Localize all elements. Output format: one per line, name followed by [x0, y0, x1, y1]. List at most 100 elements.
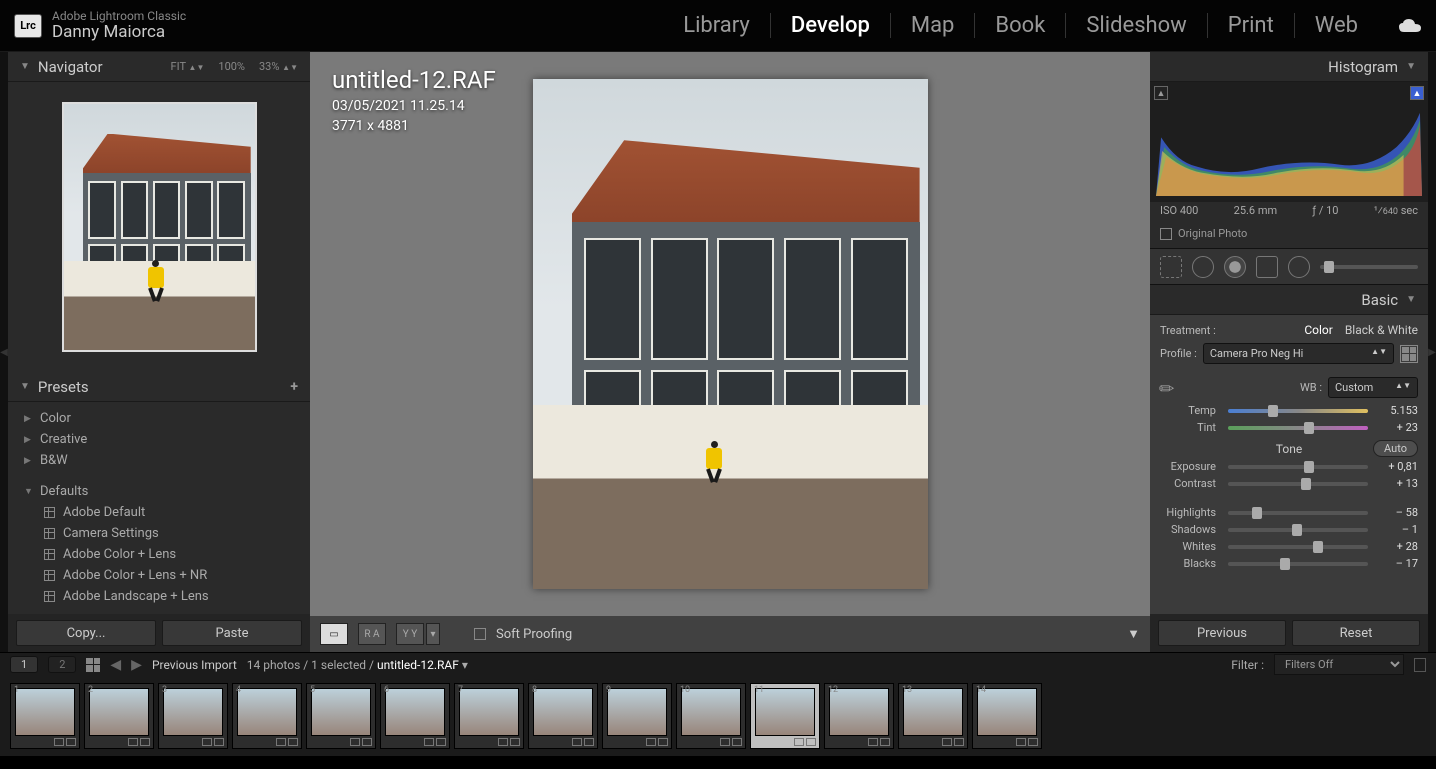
shadow-clipping-icon[interactable]: ▲: [1154, 86, 1168, 100]
original-photo-row[interactable]: Original Photo: [1150, 223, 1428, 249]
module-print[interactable]: Print: [1208, 13, 1295, 38]
mask-tool-icon[interactable]: [1256, 256, 1278, 278]
navigator-header[interactable]: ▼ Navigator FIT ▲▼ 100% 33% ▲▼: [8, 52, 310, 82]
cloud-sync-icon[interactable]: [1398, 18, 1422, 34]
filmstrip-thumb[interactable]: 10: [676, 683, 746, 749]
exposure-value[interactable]: + 0,81: [1374, 460, 1418, 473]
filmstrip[interactable]: 1234567891011121314: [0, 676, 1436, 756]
spot-removal-icon[interactable]: [1192, 256, 1214, 278]
filter-select[interactable]: Filters Off: [1274, 654, 1404, 675]
filmstrip-thumb[interactable]: 8: [528, 683, 598, 749]
preset-item[interactable]: Camera Settings: [8, 523, 310, 544]
tint-slider[interactable]: [1228, 426, 1368, 430]
paste-button[interactable]: Paste: [162, 620, 302, 646]
eyedropper-icon[interactable]: ✎: [1155, 369, 1192, 406]
right-panel-toggle[interactable]: ▶: [1428, 52, 1436, 652]
wb-select[interactable]: Custom ▲▼: [1328, 377, 1418, 398]
filmstrip-thumb[interactable]: 6: [380, 683, 450, 749]
preset-item[interactable]: Adobe Default: [8, 502, 310, 523]
tint-value[interactable]: + 23: [1374, 421, 1418, 434]
filmstrip-thumb[interactable]: 13: [898, 683, 968, 749]
contrast-slider[interactable]: [1228, 482, 1368, 486]
redeye-tool-icon[interactable]: [1224, 256, 1246, 278]
treatment-color[interactable]: Color: [1304, 323, 1332, 337]
current-file[interactable]: untitled-12.RAF: [377, 658, 459, 672]
preset-item[interactable]: Adobe Landscape + Lens: [8, 586, 310, 607]
preset-item[interactable]: Adobe Color + Lens + NR: [8, 565, 310, 586]
filmstrip-thumb[interactable]: 7: [454, 683, 524, 749]
whites-value[interactable]: + 28: [1374, 540, 1418, 553]
basic-header[interactable]: Basic ▼: [1150, 285, 1428, 315]
radial-tool-icon[interactable]: [1288, 256, 1310, 278]
local-tools-row: [1150, 249, 1428, 285]
previous-button[interactable]: Previous: [1158, 620, 1286, 646]
filmstrip-thumb[interactable]: 3: [158, 683, 228, 749]
module-library[interactable]: Library: [663, 13, 771, 38]
monitor-1-button[interactable]: 1: [10, 656, 38, 673]
module-slideshow[interactable]: Slideshow: [1066, 13, 1207, 38]
preset-group-creative[interactable]: ▶Creative: [8, 429, 310, 450]
loupe-view-button[interactable]: ▭: [320, 623, 348, 645]
temp-value[interactable]: 5.153: [1374, 404, 1418, 417]
filter-lock-icon[interactable]: [1414, 658, 1426, 672]
zoom-33[interactable]: 33% ▲▼: [259, 60, 298, 73]
module-web[interactable]: Web: [1295, 13, 1378, 38]
highlights-value[interactable]: – 58: [1374, 506, 1418, 519]
filmstrip-thumb[interactable]: 14: [972, 683, 1042, 749]
highlight-clipping-icon[interactable]: ▲: [1410, 86, 1424, 100]
soft-proof-label: Soft Proofing: [496, 627, 572, 642]
navigator-preview[interactable]: [8, 82, 310, 372]
filmstrip-thumb[interactable]: 1: [10, 683, 80, 749]
reset-button[interactable]: Reset: [1292, 620, 1420, 646]
original-photo-checkbox[interactable]: [1160, 228, 1172, 240]
highlights-slider[interactable]: [1228, 511, 1368, 515]
filmstrip-thumb[interactable]: 11: [750, 683, 820, 749]
blacks-slider[interactable]: [1228, 562, 1368, 566]
copy-button[interactable]: Copy...: [16, 620, 156, 646]
zoom-fit[interactable]: FIT ▲▼: [171, 60, 205, 73]
filmstrip-thumb[interactable]: 9: [602, 683, 672, 749]
preset-group-bw[interactable]: ▶B&W: [8, 450, 310, 471]
before-after-tb-button[interactable]: Y Y: [396, 623, 424, 645]
histogram-box[interactable]: ▲ ▲: [1150, 82, 1428, 202]
blacks-value[interactable]: – 17: [1374, 557, 1418, 570]
before-after-lr-button[interactable]: R A: [358, 623, 386, 645]
whites-slider[interactable]: [1228, 545, 1368, 549]
preset-group-color[interactable]: ▶Color: [8, 408, 310, 429]
original-photo-label: Original Photo: [1178, 227, 1247, 240]
filmstrip-thumb[interactable]: 2: [84, 683, 154, 749]
presets-header[interactable]: ▼ Presets +: [8, 372, 310, 402]
source-label[interactable]: Previous Import: [152, 658, 237, 672]
filmstrip-thumb[interactable]: 4: [232, 683, 302, 749]
image-canvas[interactable]: untitled-12.RAF 03/05/2021 11.25.14 3771…: [310, 52, 1150, 616]
left-panel-toggle[interactable]: ◀: [0, 52, 8, 652]
user-name: Danny Maiorca: [52, 23, 186, 42]
grid-view-icon[interactable]: [86, 658, 100, 672]
shadows-value[interactable]: – 1: [1374, 523, 1418, 536]
zoom-100[interactable]: 100%: [218, 60, 245, 73]
treatment-bw[interactable]: Black & White: [1345, 323, 1418, 337]
module-develop[interactable]: Develop: [771, 13, 891, 38]
add-preset-button[interactable]: +: [290, 379, 298, 395]
histogram-header[interactable]: Histogram ▼: [1150, 52, 1428, 82]
profile-browser-icon[interactable]: [1400, 345, 1418, 363]
auto-tone-button[interactable]: Auto: [1373, 440, 1418, 457]
toolbar-options-dropdown[interactable]: ▼: [1127, 626, 1140, 642]
nav-forward-icon[interactable]: ▶: [131, 657, 142, 673]
exposure-slider[interactable]: [1228, 465, 1368, 469]
crop-tool-icon[interactable]: [1160, 256, 1182, 278]
module-book[interactable]: Book: [975, 13, 1066, 38]
nav-back-icon[interactable]: ◀: [110, 657, 121, 673]
profile-select[interactable]: Camera Pro Neg Hi ▲▼: [1203, 343, 1394, 364]
monitor-2-button[interactable]: 2: [48, 656, 76, 673]
preset-group-defaults[interactable]: ▼Defaults: [8, 481, 310, 502]
soft-proof-checkbox[interactable]: [474, 628, 486, 640]
shadows-slider[interactable]: [1228, 528, 1368, 532]
temp-slider[interactable]: [1228, 409, 1368, 413]
before-after-split-button[interactable]: ▾: [426, 623, 440, 645]
contrast-value[interactable]: + 13: [1374, 477, 1418, 490]
module-map[interactable]: Map: [891, 13, 976, 38]
filmstrip-thumb[interactable]: 5: [306, 683, 376, 749]
preset-item[interactable]: Adobe Color + Lens: [8, 544, 310, 565]
filmstrip-thumb[interactable]: 12: [824, 683, 894, 749]
